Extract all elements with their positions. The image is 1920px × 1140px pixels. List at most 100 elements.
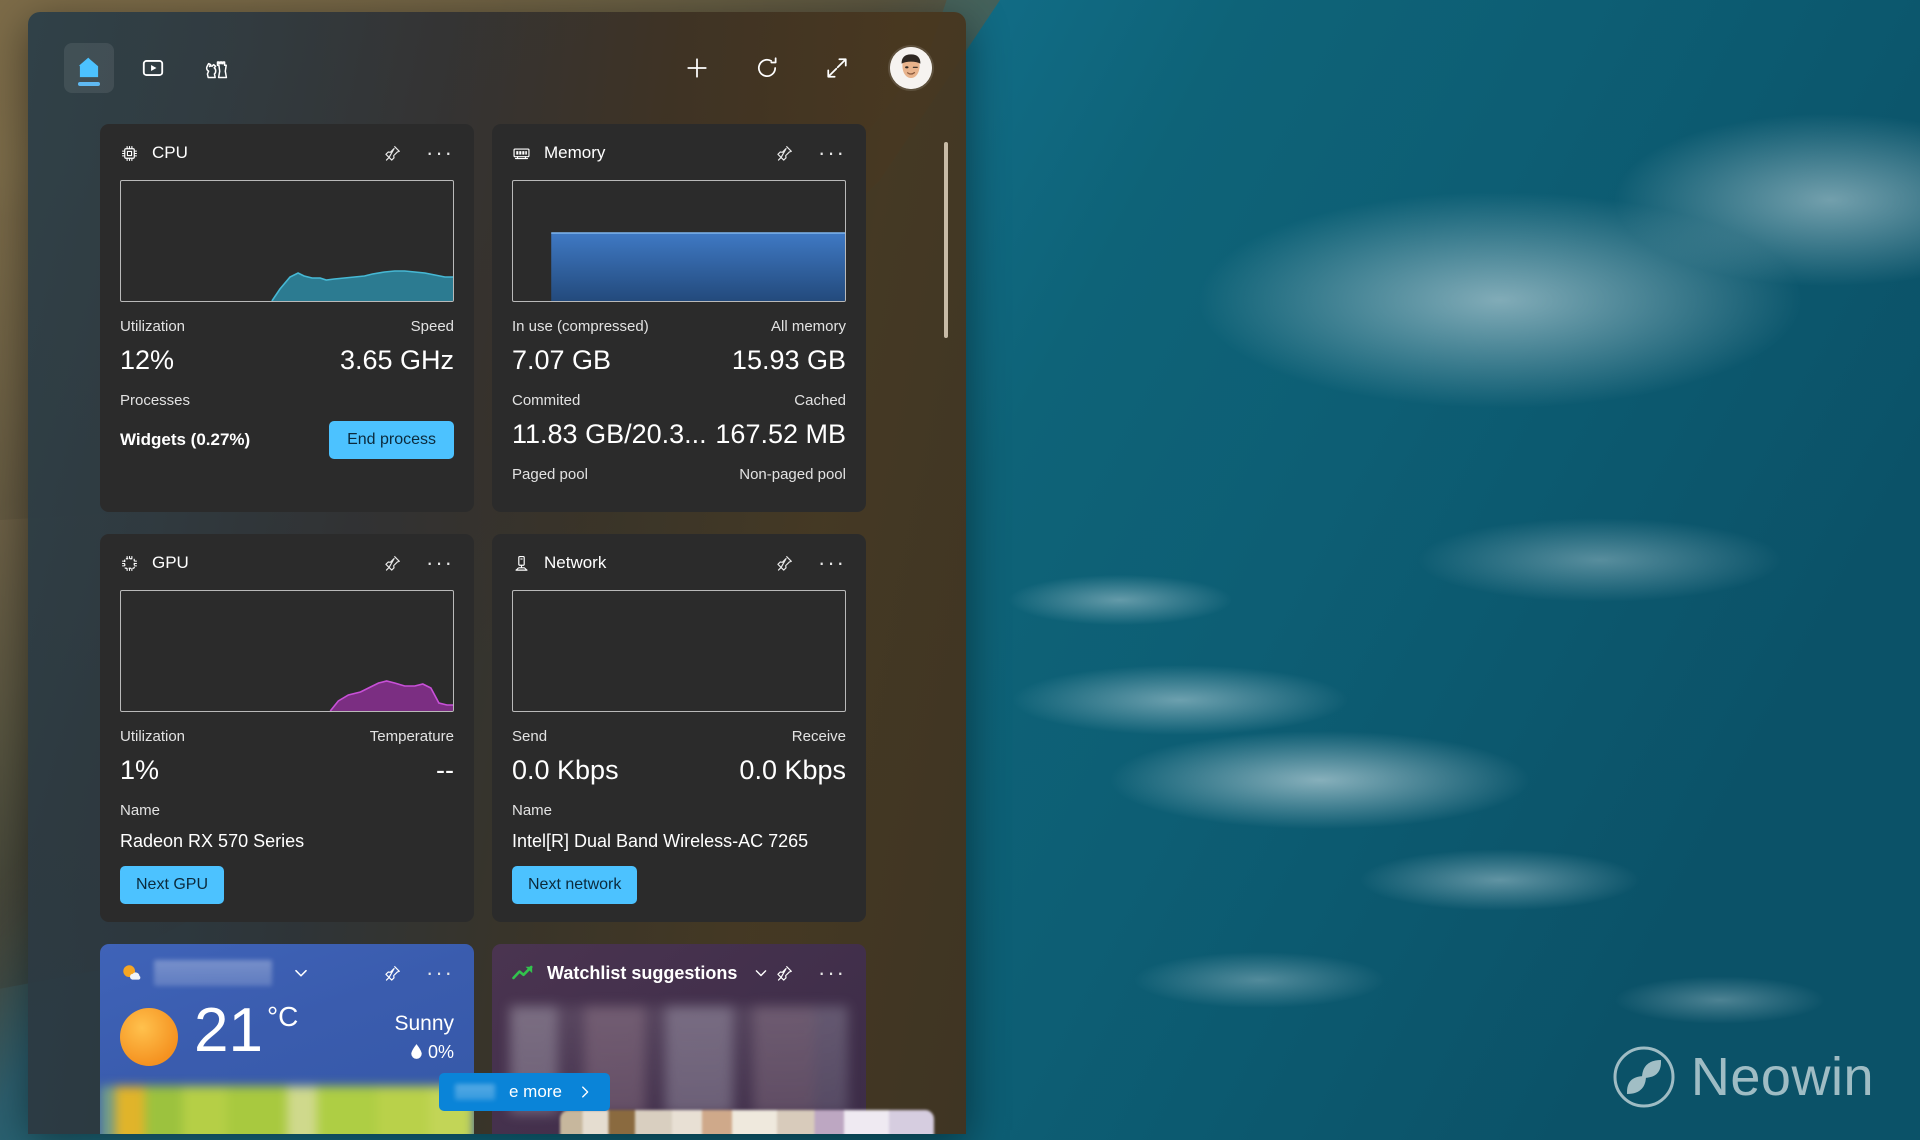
- cpu-top-process: Widgets (0.27%): [120, 430, 251, 449]
- memory-card-actions: ···: [775, 142, 846, 164]
- gpu-card-actions: ···: [383, 552, 454, 574]
- widget-grid: CPU ··· Utilization Speed 12% 3.65 GHz P…: [28, 124, 966, 1134]
- end-process-button[interactable]: End process: [329, 421, 454, 459]
- memory-stat-labels-2: Commited Cached: [512, 392, 846, 409]
- weather-forecast-chart: [100, 1086, 474, 1134]
- more-options-icon[interactable]: ···: [426, 552, 454, 574]
- memory-cached-value: 167.52 MB: [715, 419, 846, 449]
- see-more-button[interactable]: e more: [439, 1073, 610, 1111]
- chevron-right-icon: [581, 1086, 589, 1098]
- sun-disc-icon: [120, 1008, 178, 1066]
- gpu-card-header: GPU ···: [120, 550, 454, 576]
- panel-nav: [64, 43, 242, 93]
- widget-card-memory[interactable]: Memory ··· In use (compressed) All memor…: [492, 124, 866, 512]
- widget-card-network[interactable]: Network ··· Send Receive 0.0 Kbps 0.0 Kb…: [492, 534, 866, 922]
- weather-card-header: ···: [120, 960, 454, 986]
- widget-card-gpu[interactable]: GPU ··· Utilization Temperature 1% -- Na…: [100, 534, 474, 922]
- cpu-chip-icon: [121, 145, 138, 161]
- memory-commited-value: 11.83 GB/20.3...: [512, 419, 707, 449]
- desktop-wallpaper: Neowin CPU ··· Utilization Speed 12% 3.6…: [0, 0, 1920, 1140]
- network-send-value: 0.0 Kbps: [512, 755, 619, 785]
- weather-precipitation: 0%: [394, 1042, 454, 1063]
- memory-commited-label: Commited: [512, 392, 581, 409]
- network-icon: [515, 555, 528, 571]
- chevron-down-icon[interactable]: [290, 962, 312, 984]
- chevron-down-icon[interactable]: [751, 963, 771, 983]
- network-card-actions: ···: [775, 552, 846, 574]
- network-graph-svg: [513, 591, 845, 711]
- network-stat-values: 0.0 Kbps 0.0 Kbps: [512, 755, 846, 786]
- weather-precip-value: 0%: [427, 1042, 454, 1062]
- memory-title: Memory: [544, 143, 606, 162]
- weather-card-actions: ···: [383, 962, 454, 984]
- memory-all-value: 15.93 GB: [731, 345, 846, 375]
- gpu-temperature-label: Temperature: [369, 728, 454, 745]
- gpu-temperature-value: --: [436, 755, 454, 785]
- expand-arrows-icon: [827, 58, 847, 78]
- next-gpu-button[interactable]: Next GPU: [120, 866, 225, 904]
- more-options-icon[interactable]: ···: [426, 142, 454, 164]
- panel-header: [28, 12, 966, 124]
- next-network-button[interactable]: Next network: [512, 866, 638, 904]
- cpu-graph-svg: [121, 270, 453, 301]
- weather-temp-unit: °C: [266, 1001, 299, 1032]
- pin-icon[interactable]: [775, 144, 794, 163]
- avatar[interactable]: [890, 47, 932, 89]
- watchlist-title: Watchlist suggestions: [547, 962, 738, 983]
- refresh-button[interactable]: [750, 51, 784, 85]
- gpu-stat-values: 1% --: [120, 755, 454, 786]
- more-options-icon[interactable]: ···: [818, 552, 846, 574]
- weather-condition-text: Sunny: [394, 1012, 454, 1035]
- cpu-stat-labels: Utilization Speed: [120, 318, 454, 335]
- watchlist-card-actions: ···: [775, 962, 846, 984]
- gpu-graph-svg: [121, 680, 453, 711]
- memory-all-label: All memory: [770, 318, 846, 335]
- nav-item-play[interactable]: [128, 43, 178, 93]
- pin-icon[interactable]: [775, 964, 794, 983]
- gpu-title: GPU: [152, 553, 189, 572]
- cpu-card-actions: ···: [383, 142, 454, 164]
- more-options-icon[interactable]: ···: [426, 962, 454, 984]
- see-more-redacted-prefix: [455, 1084, 495, 1100]
- weather-temperature: 21 °C: [194, 1000, 298, 1062]
- network-receive-value: 0.0 Kbps: [739, 755, 846, 785]
- cpu-utilization-label: Utilization: [120, 318, 186, 335]
- gpu-stat-labels: Utilization Temperature: [120, 728, 454, 745]
- more-options-icon[interactable]: ···: [818, 962, 846, 984]
- widget-card-cpu[interactable]: CPU ··· Utilization Speed 12% 3.65 GHz P…: [100, 124, 474, 512]
- video-play-icon: [142, 60, 164, 76]
- add-widget-button[interactable]: [680, 51, 714, 85]
- nav-item-home[interactable]: [64, 43, 114, 93]
- pin-icon[interactable]: [383, 144, 402, 163]
- sun-cloud-icon: [123, 965, 141, 980]
- news-card-partial[interactable]: [560, 1110, 934, 1134]
- gpu-name-label: Name: [120, 802, 161, 819]
- network-card-header: Network ···: [512, 550, 846, 576]
- nav-item-gaming[interactable]: [192, 43, 242, 93]
- pin-icon[interactable]: [775, 554, 794, 573]
- pin-icon[interactable]: [383, 554, 402, 573]
- trending-up-icon: [512, 965, 533, 980]
- widget-card-weather[interactable]: ··· 21 °C Sunny 0%: [100, 944, 474, 1134]
- weather-temp-value: 21: [194, 996, 263, 1065]
- network-title: Network: [544, 553, 607, 572]
- gpu-utilization-value: 1%: [120, 755, 160, 785]
- weather-location-redacted: [154, 960, 272, 986]
- water-drop-icon: [411, 1044, 422, 1059]
- memory-graph: [512, 180, 846, 302]
- see-more-label: e more: [509, 1082, 562, 1101]
- plus-icon: [687, 58, 707, 78]
- memory-graph-svg: [551, 232, 845, 301]
- weather-main: 21 °C Sunny 0%: [120, 1000, 454, 1066]
- gpu-graph: [120, 590, 454, 712]
- panel-tools: [680, 47, 932, 89]
- memory-inuse-value: 7.07 GB: [512, 345, 612, 375]
- memory-stat-values-1: 7.07 GB 15.93 GB: [512, 345, 846, 376]
- expand-button[interactable]: [820, 51, 854, 85]
- more-options-icon[interactable]: ···: [818, 142, 846, 164]
- memory-pagedpool-label: Paged pool: [512, 466, 588, 483]
- pin-icon[interactable]: [383, 964, 402, 983]
- cpu-process-row: Widgets (0.27%) End process: [120, 421, 454, 459]
- cpu-speed-value: 3.65 GHz: [339, 345, 454, 375]
- cpu-utilization-value: 12%: [120, 345, 175, 375]
